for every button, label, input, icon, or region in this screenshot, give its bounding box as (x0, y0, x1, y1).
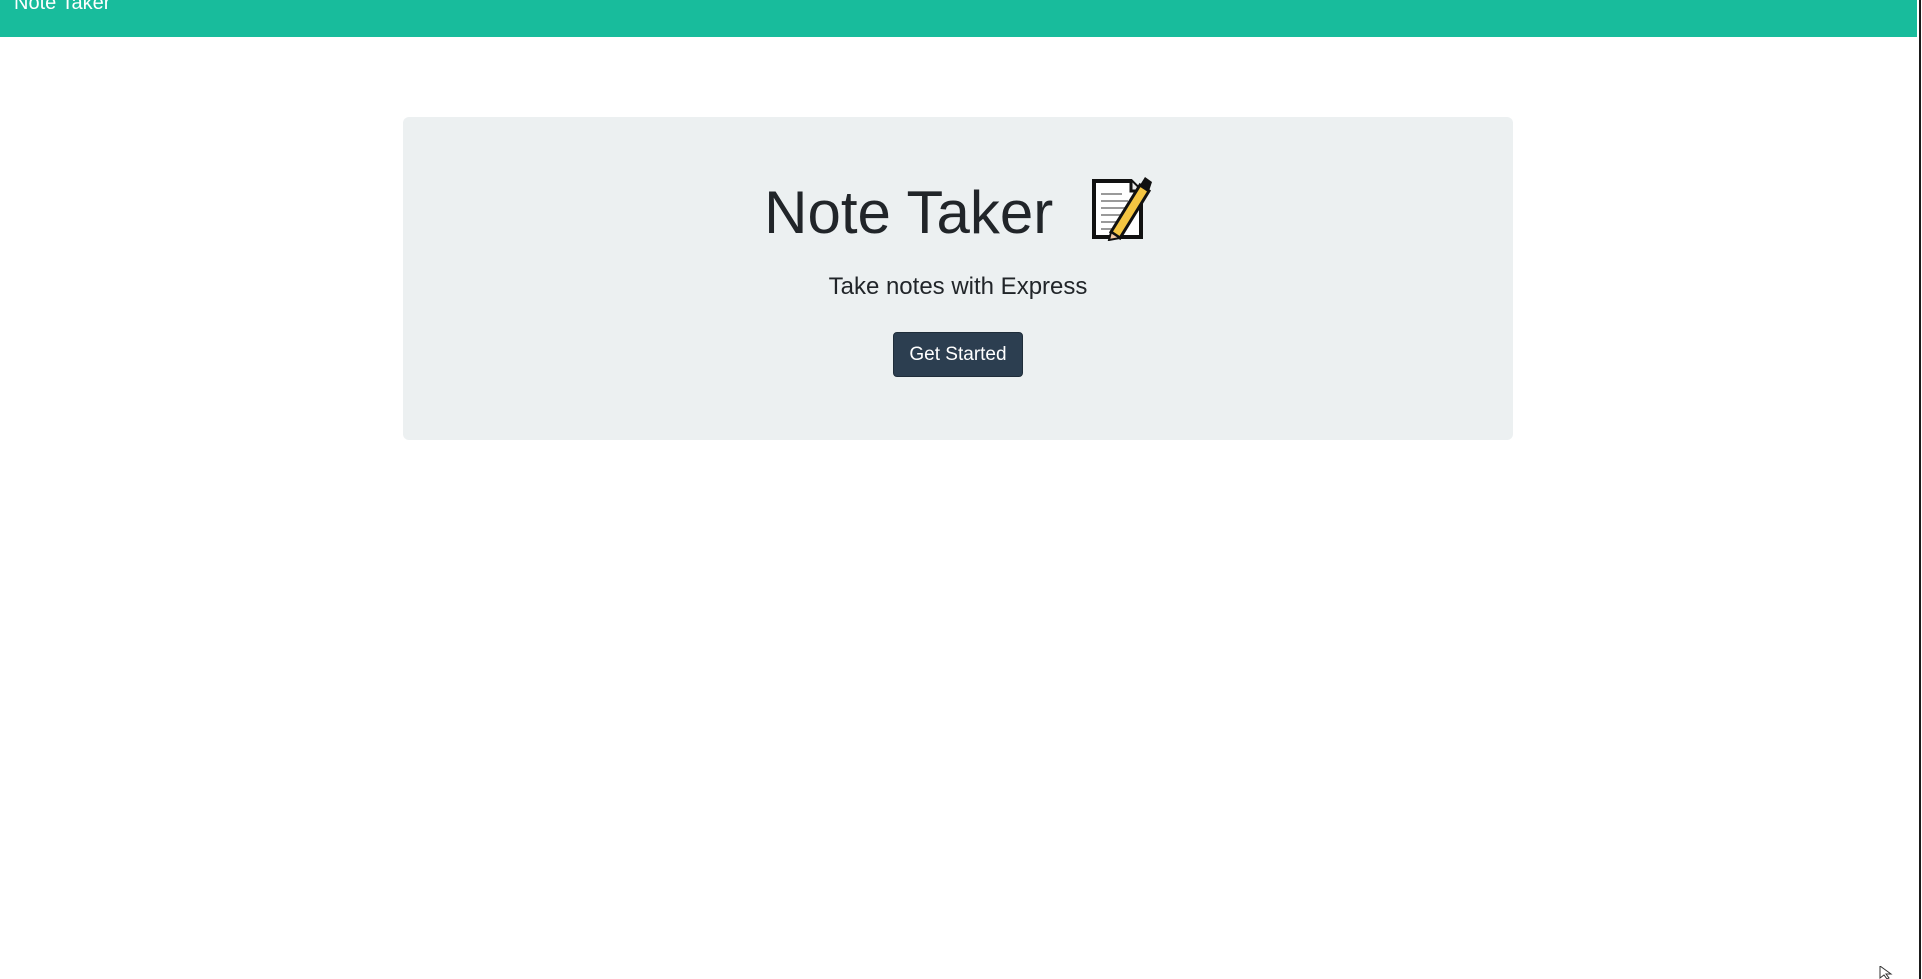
mouse-cursor-icon (1879, 966, 1893, 979)
hero-subtitle: Take notes with Express (828, 273, 1088, 300)
navbar-brand-link[interactable]: Note Taker (14, 0, 110, 15)
memo-icon (1088, 177, 1152, 242)
hero-title-text: Note Taker (764, 179, 1054, 246)
hero-jumbotron: Note Taker Take notes with Express Get S (403, 117, 1513, 440)
hero-title: Note Taker (403, 177, 1513, 248)
get-started-button[interactable]: Get Started (893, 332, 1023, 377)
top-navbar: Note Taker (0, 0, 1917, 37)
